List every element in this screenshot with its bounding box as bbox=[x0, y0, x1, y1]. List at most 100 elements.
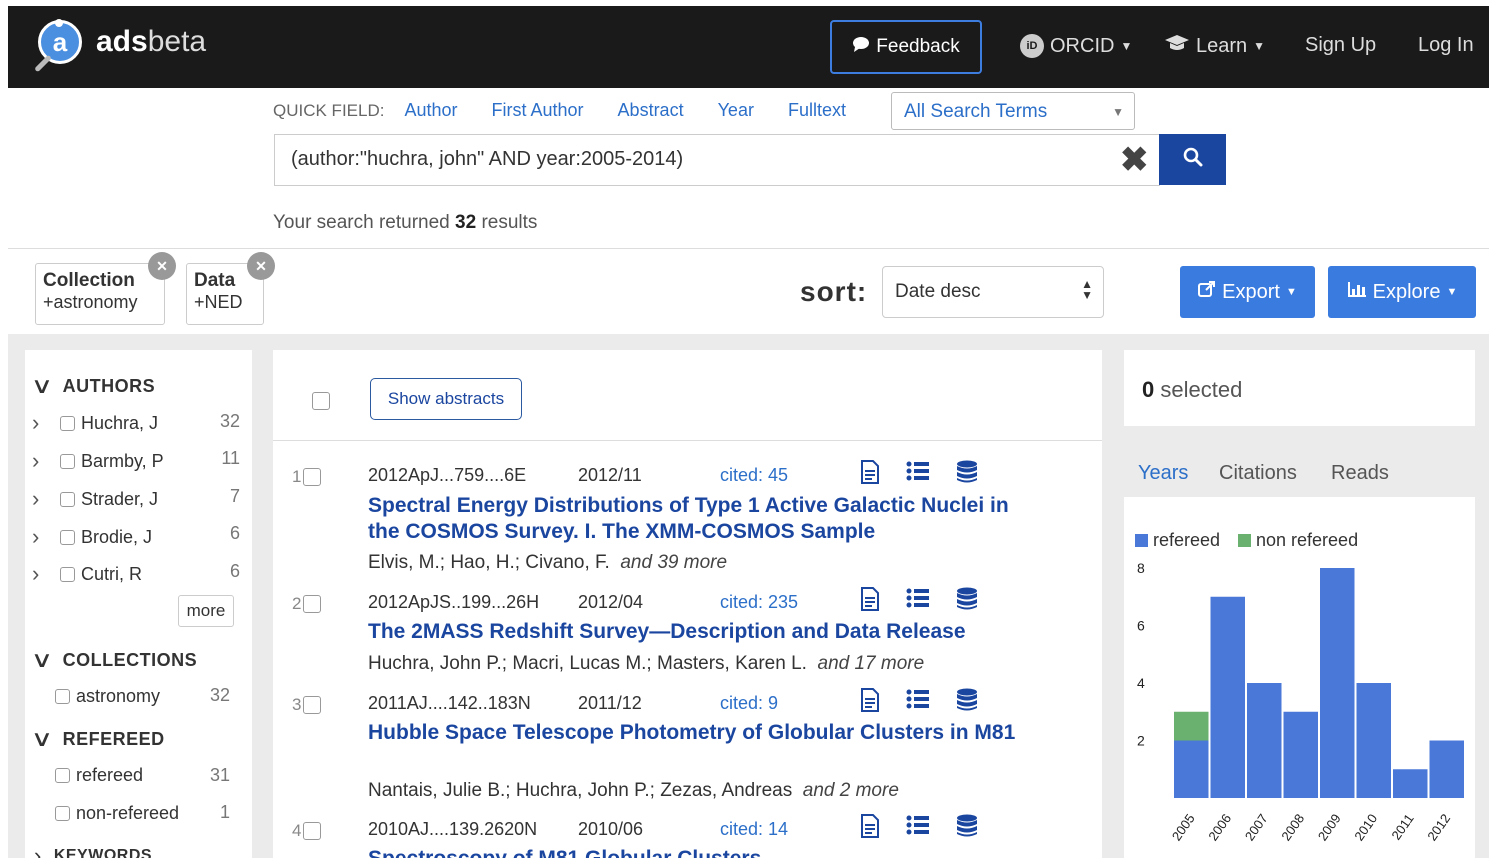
chevron-right-icon[interactable]: › bbox=[32, 561, 60, 587]
more-authors-button[interactable]: more bbox=[178, 595, 234, 627]
checkbox[interactable] bbox=[60, 566, 75, 582]
result-checkbox[interactable] bbox=[303, 468, 322, 486]
tab-years[interactable]: Years bbox=[1138, 462, 1188, 485]
result-checkbox[interactable] bbox=[303, 696, 322, 714]
chevron-right-icon[interactable]: › bbox=[32, 524, 60, 550]
x-tick-label: 2010 bbox=[1351, 811, 1380, 843]
caret-down-icon: ▼ bbox=[1120, 39, 1133, 53]
facet-refereed-item[interactable]: non-refereed bbox=[55, 803, 179, 824]
database-icon[interactable] bbox=[956, 688, 978, 718]
log-in-link[interactable]: Log In bbox=[1418, 34, 1474, 57]
facet-author-item[interactable]: › Huchra, J bbox=[32, 410, 158, 436]
show-abstracts-button[interactable]: Show abstracts bbox=[370, 378, 522, 420]
facet-keywords-header[interactable]: › KEYWORDS bbox=[34, 843, 152, 858]
result-cited[interactable]: cited: 235 bbox=[720, 592, 798, 613]
facet-collections-header[interactable]: ∨ COLLECTIONS bbox=[31, 647, 197, 673]
bar-refereed-2005[interactable] bbox=[1174, 740, 1209, 799]
facet-collection-item[interactable]: astronomy bbox=[55, 686, 160, 707]
learn-menu[interactable]: Learn ▼ bbox=[1164, 34, 1265, 58]
result-cited[interactable]: cited: 45 bbox=[720, 465, 788, 486]
result-title[interactable]: Spectral Energy Distributions of Type 1 … bbox=[368, 493, 1028, 545]
database-icon[interactable] bbox=[956, 814, 978, 844]
chevron-right-icon[interactable]: › bbox=[32, 448, 60, 474]
bar-refereed-2008[interactable] bbox=[1283, 711, 1319, 798]
bar-refereed-2011[interactable] bbox=[1393, 769, 1428, 798]
result-index: 2 bbox=[292, 594, 327, 614]
bar-refereed-2009[interactable] bbox=[1320, 568, 1355, 798]
result-date: 2011/12 bbox=[578, 693, 642, 713]
list-icon[interactable] bbox=[906, 688, 930, 718]
list-icon[interactable] bbox=[906, 814, 930, 844]
document-icon[interactable] bbox=[860, 460, 880, 490]
result-date: 2010/06 bbox=[578, 819, 644, 839]
list-icon[interactable] bbox=[906, 460, 930, 490]
result-bibcode[interactable]: 2012ApJ...759....6E bbox=[368, 465, 526, 486]
result-bibcode[interactable]: 2012ApJS..199...26H bbox=[368, 592, 539, 613]
document-icon[interactable] bbox=[860, 814, 880, 844]
checkbox[interactable] bbox=[60, 491, 75, 507]
remove-filter-icon[interactable]: ✕ bbox=[148, 252, 176, 280]
quick-field-fulltext[interactable]: Fulltext bbox=[788, 100, 846, 121]
search-input[interactable]: (author:"huchra, john" AND year:2005-201… bbox=[274, 134, 1160, 186]
bar-refereed-2007[interactable] bbox=[1247, 683, 1282, 798]
checkbox[interactable] bbox=[55, 768, 70, 783]
result-title[interactable]: Spectroscopy of M81 Globular Clusters bbox=[368, 846, 1028, 858]
explore-button[interactable]: Explore ▼ bbox=[1328, 266, 1476, 318]
facet-author-item[interactable]: › Barmby, P bbox=[32, 448, 164, 474]
x-tick-label: 2007 bbox=[1242, 811, 1271, 843]
facet-author-item[interactable]: › Strader, J bbox=[32, 486, 158, 512]
quick-field-label: QUICK FIELD: bbox=[273, 100, 385, 120]
facet-refereed-item[interactable]: refereed bbox=[55, 765, 143, 786]
select-all-checkbox[interactable] bbox=[312, 392, 330, 410]
feedback-button[interactable]: Feedback bbox=[830, 20, 982, 74]
chevron-right-icon[interactable]: › bbox=[32, 486, 60, 512]
chevron-right-icon[interactable]: › bbox=[32, 410, 60, 436]
clear-search-icon[interactable]: ✖ bbox=[1120, 140, 1149, 180]
facet-authors-header[interactable]: ∨ AUTHORS bbox=[31, 373, 155, 399]
result-title[interactable]: The 2MASS Redshift Survey—Description an… bbox=[368, 619, 1028, 645]
document-icon[interactable] bbox=[860, 587, 880, 617]
bar-refereed-2012[interactable] bbox=[1429, 740, 1465, 799]
years-bar-chart: 24682005 2006 2007 2008 2009 2010 2011 2012 bbox=[1137, 560, 1465, 843]
search-terms-select[interactable]: All Search Terms ▼ bbox=[891, 92, 1135, 130]
result-checkbox[interactable] bbox=[303, 595, 322, 613]
bar-non-refereed-2005[interactable] bbox=[1174, 711, 1209, 741]
checkbox[interactable] bbox=[55, 806, 70, 821]
facet-author-item[interactable]: › Cutri, R bbox=[32, 561, 142, 587]
sign-up-link[interactable]: Sign Up bbox=[1305, 34, 1376, 57]
checkbox[interactable] bbox=[55, 689, 70, 704]
result-cited[interactable]: cited: 14 bbox=[720, 819, 788, 840]
database-icon[interactable] bbox=[956, 460, 978, 490]
checkbox[interactable] bbox=[60, 453, 75, 469]
orcid-menu[interactable]: iD ORCID ▼ bbox=[1020, 34, 1132, 58]
quick-field-first-author[interactable]: First Author bbox=[492, 100, 584, 121]
quick-field-abstract[interactable]: Abstract bbox=[618, 100, 684, 121]
result-cited[interactable]: cited: 9 bbox=[720, 693, 778, 714]
result-bibcode[interactable]: 2011AJ....142..183N bbox=[368, 693, 531, 714]
checkbox[interactable] bbox=[60, 415, 75, 431]
database-icon[interactable] bbox=[956, 587, 978, 617]
facet-refereed-header[interactable]: ∨ REFEREED bbox=[31, 726, 165, 752]
remove-filter-icon[interactable]: ✕ bbox=[247, 252, 275, 280]
list-icon[interactable] bbox=[906, 587, 930, 617]
search-button[interactable] bbox=[1159, 134, 1226, 185]
export-button[interactable]: Export ▼ bbox=[1180, 266, 1315, 318]
result-bibcode[interactable]: 2010AJ....139.2620N bbox=[368, 819, 537, 840]
document-icon[interactable] bbox=[860, 688, 880, 718]
facet-author-item[interactable]: › Brodie, J bbox=[32, 524, 152, 550]
tab-reads[interactable]: Reads bbox=[1331, 462, 1389, 485]
sort-select[interactable]: Date desc ▲ ▼ bbox=[882, 266, 1104, 318]
checkbox[interactable] bbox=[60, 529, 75, 545]
result-checkbox[interactable] bbox=[303, 822, 322, 840]
logo[interactable]: a adsbeta bbox=[34, 19, 206, 73]
navbar: a adsbeta Feedback iD ORCID ▼ Learn ▼ Si… bbox=[8, 6, 1489, 88]
tab-citations[interactable]: Citations bbox=[1219, 462, 1297, 485]
result-title[interactable]: Hubble Space Telescope Photometry of Glo… bbox=[368, 720, 1028, 746]
result-index: 4 bbox=[292, 821, 327, 841]
quick-field-year[interactable]: Year bbox=[718, 100, 754, 121]
bar-refereed-2006[interactable] bbox=[1210, 596, 1246, 798]
result-date: 2012/04 bbox=[578, 592, 644, 612]
bar-refereed-2010[interactable] bbox=[1356, 683, 1392, 798]
search-icon bbox=[1183, 147, 1203, 173]
quick-field-author[interactable]: Author bbox=[404, 100, 457, 121]
